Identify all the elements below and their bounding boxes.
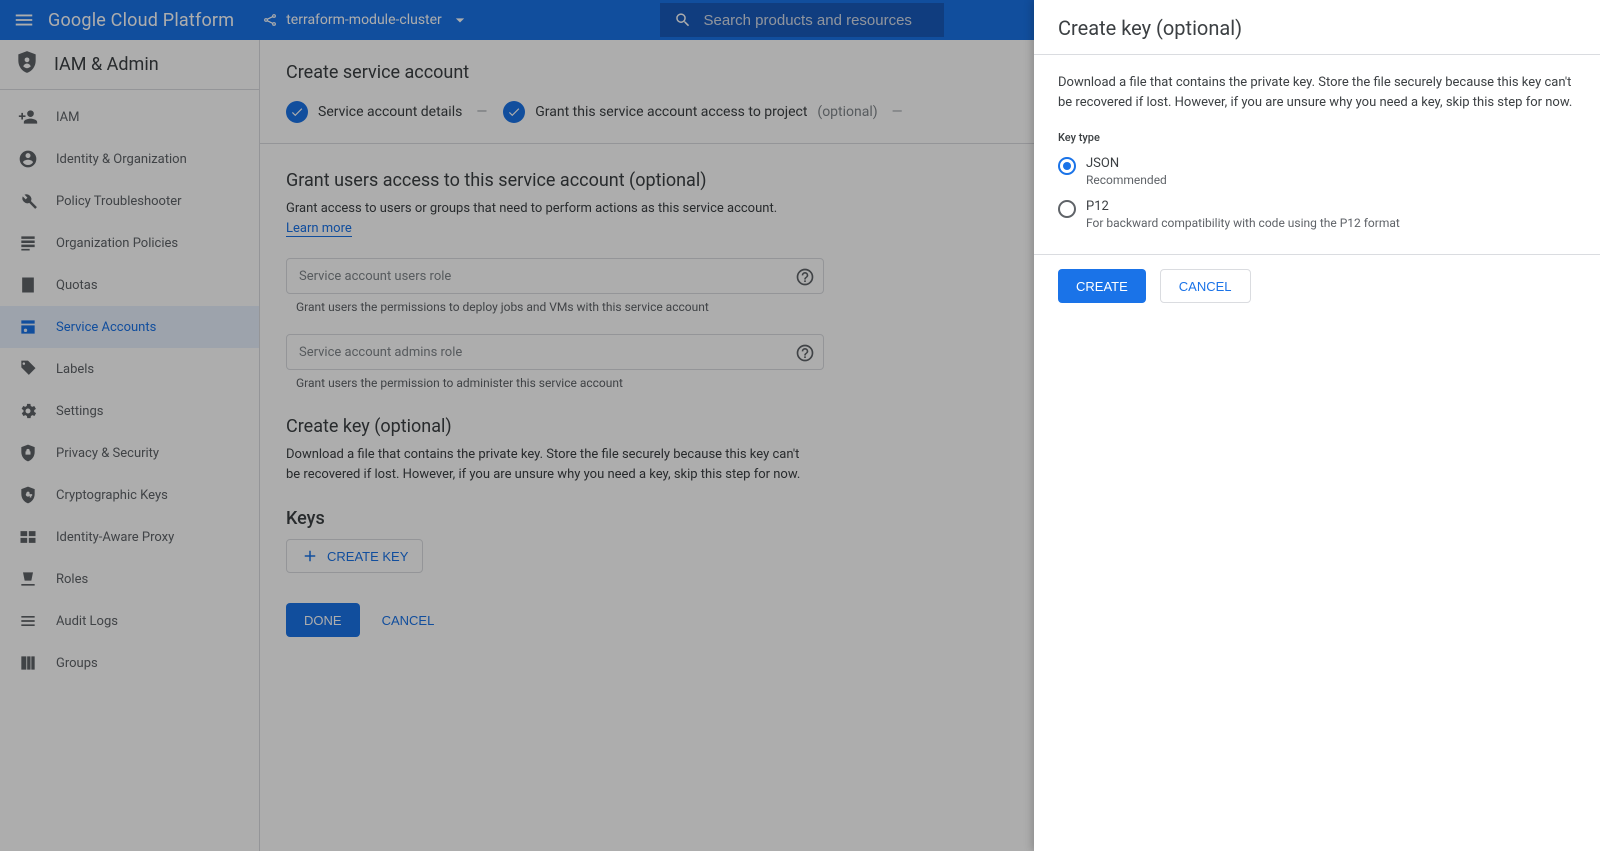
key-type-p12[interactable]: P12 For backward compatibility with code… <box>1058 193 1576 236</box>
dialog-title: Create key (optional) <box>1034 0 1600 55</box>
radio-icon <box>1058 200 1076 218</box>
radio-icon <box>1058 157 1076 175</box>
key-type-label: Key type <box>1058 131 1576 144</box>
dialog-cancel-button[interactable]: CANCEL <box>1160 269 1251 303</box>
create-key-dialog: Create key (optional) Download a file th… <box>1034 0 1600 851</box>
dialog-create-button[interactable]: CREATE <box>1058 269 1146 303</box>
dialog-desc: Download a file that contains the privat… <box>1058 73 1576 113</box>
key-type-json[interactable]: JSON Recommended <box>1058 150 1576 193</box>
